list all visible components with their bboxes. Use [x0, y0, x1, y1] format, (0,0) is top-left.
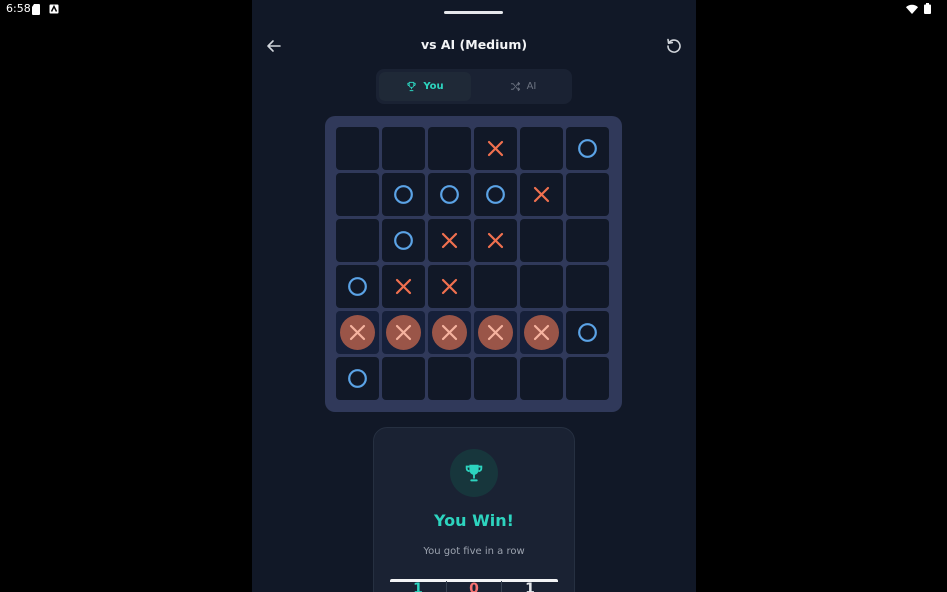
- x-mark-icon: [487, 140, 504, 157]
- board-cell[interactable]: [428, 219, 471, 262]
- board-cell[interactable]: [428, 173, 471, 216]
- x-mark-icon: [441, 324, 458, 341]
- board-cell[interactable]: [336, 311, 379, 354]
- x-mark-icon: [487, 232, 504, 249]
- board-cell[interactable]: [520, 219, 563, 262]
- board-cell[interactable]: [520, 127, 563, 170]
- board-cell[interactable]: [474, 173, 517, 216]
- result-card: You Win! You got five in a row 1 0 1: [373, 427, 575, 592]
- board-cell[interactable]: [336, 357, 379, 400]
- status-icons-right: [906, 3, 931, 14]
- ai-score: 1: [525, 581, 535, 592]
- game-board: [325, 116, 622, 412]
- o-mark-icon: [348, 277, 367, 296]
- board-cell[interactable]: [520, 311, 563, 354]
- x-mark-icon: [533, 324, 550, 341]
- board-grid: [336, 127, 611, 401]
- board-cell[interactable]: [336, 265, 379, 308]
- status-icons-left: [32, 4, 59, 15]
- o-mark-icon: [394, 231, 413, 250]
- o-mark-icon: [578, 139, 597, 158]
- o-mark-icon: [440, 185, 459, 204]
- game-screen: vs AI (Medium) You AI You Win! You got f…: [252, 0, 696, 592]
- board-cell[interactable]: [566, 311, 609, 354]
- x-mark-icon: [441, 278, 458, 295]
- tab-ai-label: AI: [526, 81, 537, 92]
- board-cell[interactable]: [474, 311, 517, 354]
- board-cell[interactable]: [474, 357, 517, 400]
- board-cell[interactable]: [566, 357, 609, 400]
- score-row: 1 0 1: [390, 579, 558, 592]
- board-cell[interactable]: [382, 357, 425, 400]
- draw-score: 0: [446, 581, 502, 592]
- restart-icon[interactable]: [664, 36, 684, 56]
- header: vs AI (Medium): [252, 30, 696, 62]
- board-cell[interactable]: [428, 311, 471, 354]
- drag-handle[interactable]: [444, 11, 503, 14]
- tab-you-label: You: [423, 81, 444, 92]
- tab-you[interactable]: You: [379, 72, 471, 101]
- page-title: vs AI (Medium): [420, 37, 528, 52]
- board-cell[interactable]: [566, 219, 609, 262]
- player-toggle: You AI: [376, 69, 572, 104]
- player-score: 1: [413, 581, 423, 592]
- board-cell[interactable]: [566, 127, 609, 170]
- o-mark-icon: [394, 185, 413, 204]
- board-cell[interactable]: [336, 127, 379, 170]
- board-cell[interactable]: [382, 173, 425, 216]
- board-cell[interactable]: [382, 127, 425, 170]
- result-subtitle: You got five in a row: [423, 546, 525, 557]
- x-mark-icon: [395, 278, 412, 295]
- o-mark-icon: [348, 369, 367, 388]
- board-cell[interactable]: [336, 173, 379, 216]
- board-cell[interactable]: [520, 173, 563, 216]
- tab-ai[interactable]: AI: [477, 72, 569, 101]
- board-cell[interactable]: [428, 357, 471, 400]
- x-mark-icon: [349, 324, 366, 341]
- result-title: You Win!: [434, 511, 514, 530]
- board-cell[interactable]: [336, 219, 379, 262]
- status-time: 6:58: [6, 2, 31, 15]
- board-cell[interactable]: [474, 265, 517, 308]
- board-cell[interactable]: [566, 173, 609, 216]
- shuffle-icon: [510, 81, 520, 92]
- board-cell[interactable]: [382, 219, 425, 262]
- battery-icon: [924, 3, 931, 14]
- x-mark-icon: [487, 324, 504, 341]
- board-cell[interactable]: [566, 265, 609, 308]
- o-mark-icon: [578, 323, 597, 342]
- x-mark-icon: [533, 186, 550, 203]
- trophy-icon: [465, 464, 483, 482]
- trophy-badge: [450, 449, 498, 497]
- wifi-icon: [906, 4, 918, 14]
- board-cell[interactable]: [474, 127, 517, 170]
- board-cell[interactable]: [520, 265, 563, 308]
- sim-card-icon: [32, 4, 40, 15]
- notification-app-icon: [49, 4, 59, 14]
- board-cell[interactable]: [382, 265, 425, 308]
- trophy-icon: [407, 81, 416, 92]
- x-mark-icon: [395, 324, 412, 341]
- board-cell[interactable]: [428, 127, 471, 170]
- board-cell[interactable]: [428, 265, 471, 308]
- o-mark-icon: [486, 185, 505, 204]
- x-mark-icon: [441, 232, 458, 249]
- board-cell[interactable]: [474, 219, 517, 262]
- board-cell[interactable]: [382, 311, 425, 354]
- board-cell[interactable]: [520, 357, 563, 400]
